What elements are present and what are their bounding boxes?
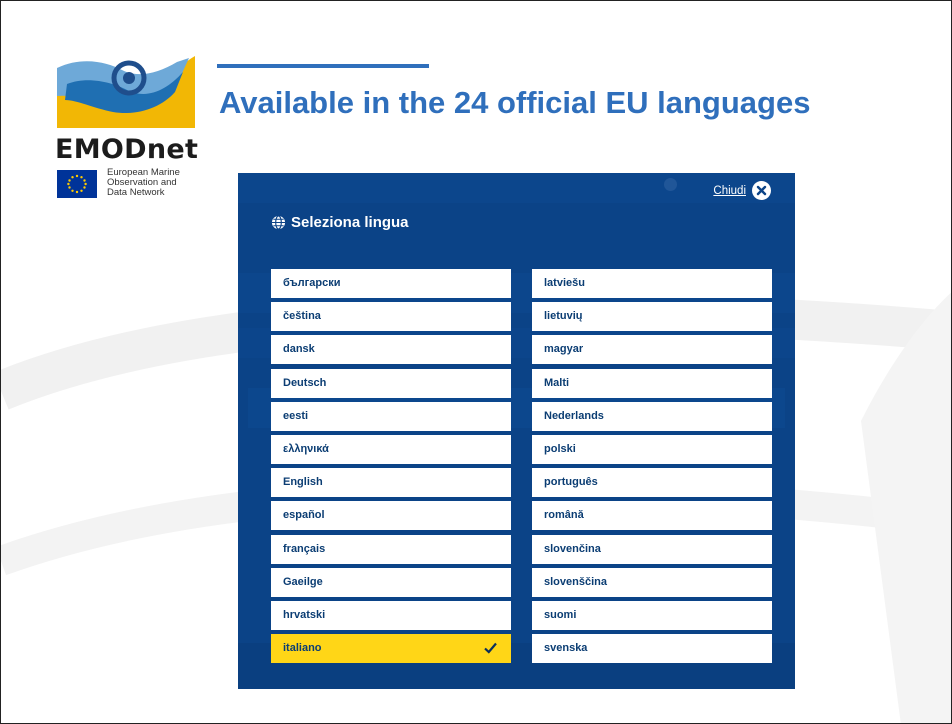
language-option-label: suomi (544, 608, 577, 621)
language-option-label: latviešu (544, 277, 585, 289)
language-option-label: čeština (283, 310, 321, 323)
language-option[interactable]: português (532, 468, 772, 498)
language-option[interactable]: suomi (532, 600, 772, 630)
close-button[interactable]: Chiudi (713, 181, 771, 200)
language-option-label: eesti (283, 409, 309, 422)
close-icon (752, 181, 771, 200)
language-option-label: hrvatski (283, 608, 326, 621)
language-option-label: ελληνικά (283, 442, 329, 455)
modal-title: Seleziona lingua (271, 214, 409, 231)
language-option[interactable]: polski (532, 434, 772, 464)
logo-text: EMODnet (55, 134, 199, 165)
language-option-label: slovenčina (544, 542, 601, 555)
language-option-label: español (283, 509, 325, 522)
globe-icon (271, 215, 286, 230)
language-option[interactable]: čeština (271, 302, 511, 332)
language-option[interactable]: eesti (271, 401, 511, 431)
language-option[interactable]: Nederlands (532, 401, 772, 431)
language-option-label: English (283, 476, 323, 489)
language-option[interactable]: Malti (532, 368, 772, 398)
eu-flag-icon (57, 170, 97, 198)
info-icon (664, 178, 677, 191)
slide-frame: EMODnet European Marine Observation and … (0, 0, 952, 724)
language-option[interactable]: Gaeilge (271, 567, 511, 597)
language-option[interactable]: български (271, 269, 511, 298)
language-selector-modal: Chiudi Seleziona lingua български čeština… (238, 173, 795, 689)
language-option[interactable]: hrvatski (271, 600, 511, 630)
language-option[interactable]: slovenčina (532, 534, 772, 564)
language-option[interactable]: italiano (271, 634, 511, 664)
language-option-label: magyar (544, 343, 584, 356)
language-option[interactable]: dansk (271, 335, 511, 365)
language-option[interactable]: English (271, 468, 511, 498)
language-list-right: latviešu lietuvių magyar Malti Nederlands pol… (532, 269, 772, 667)
logo-wave-icon (57, 56, 195, 128)
language-list-left: български čeština dansk Deutsch eesti ελληνικ… (271, 269, 511, 667)
slide-title: Available in the 24 official EU language… (219, 85, 811, 120)
language-option-label: dansk (283, 343, 315, 356)
language-option-label: română (544, 509, 584, 522)
title-rule (217, 64, 429, 68)
language-option-label: lietuvių (544, 310, 583, 323)
language-option[interactable]: français (271, 534, 511, 564)
language-option[interactable]: lietuvių (532, 302, 772, 332)
language-option-label: Malti (544, 376, 570, 389)
language-option[interactable]: ελληνικά (271, 434, 511, 464)
emodnet-logo: EMODnet European Marine Observation and … (49, 56, 209, 206)
close-label: Chiudi (713, 184, 746, 197)
logo-subtitle: European Marine Observation and Data Net… (107, 167, 180, 198)
language-option-label: български (283, 277, 341, 289)
language-option-label: français (283, 542, 326, 555)
language-option-label: svenska (544, 642, 588, 655)
checkmark-icon (484, 642, 497, 654)
language-option-label: Deutsch (283, 376, 327, 389)
language-option-label: Nederlands (544, 409, 604, 422)
language-option-label: Gaeilge (283, 575, 323, 588)
language-option-label: slovenščina (544, 575, 607, 588)
language-option[interactable]: español (271, 501, 511, 531)
language-option[interactable]: magyar (532, 335, 772, 365)
language-option[interactable]: latviešu (532, 269, 772, 298)
language-option[interactable]: svenska (532, 634, 772, 664)
language-option[interactable]: Deutsch (271, 368, 511, 398)
language-option-label: polski (544, 442, 576, 455)
language-option-label: português (544, 476, 598, 489)
language-option[interactable]: română (532, 501, 772, 531)
modal-title-text: Seleziona lingua (291, 214, 409, 231)
language-option[interactable]: slovenščina (532, 567, 772, 597)
language-option-label: italiano (283, 642, 322, 655)
